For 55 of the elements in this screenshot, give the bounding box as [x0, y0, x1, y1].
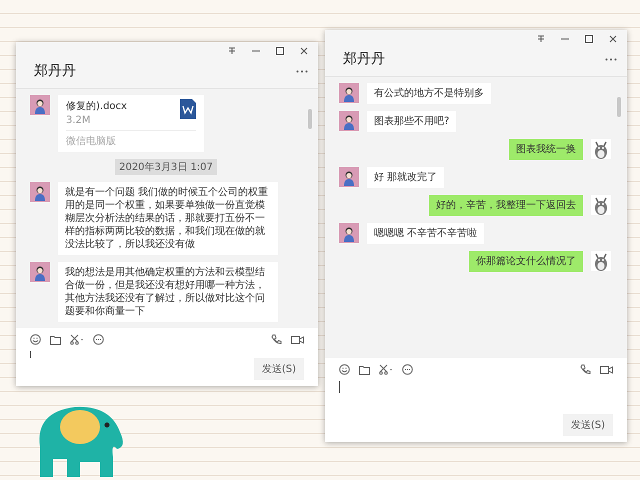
creature-avatar-icon[interactable]	[591, 195, 611, 215]
more-icon[interactable]	[296, 70, 308, 72]
message-bubble: 嗯嗯嗯 不辛苦不辛苦啦	[367, 223, 484, 244]
more-icon[interactable]	[605, 58, 617, 60]
scissors-icon[interactable]	[70, 334, 84, 345]
avatar-icon[interactable]	[339, 111, 359, 131]
close-icon[interactable]	[609, 35, 617, 43]
message-bubble: 好的，辛苦，我整理一下返回去	[429, 195, 583, 216]
creature-avatar-icon[interactable]	[591, 139, 611, 159]
message-bubble: 有公式的地方不是特别多	[367, 83, 491, 104]
avatar-icon[interactable]	[339, 167, 359, 187]
emoji-icon[interactable]	[339, 364, 350, 375]
folder-icon[interactable]	[50, 334, 61, 344]
phone-icon[interactable]	[271, 334, 282, 345]
message-bubble: 就是有一个问题 我们做的时候五个公司的权重用的是同一个权重，如果要单独做一份直觉模糊层次分析法的结果的话，那就要打五份不一样的指标两两比较的数据，和我们现在做的就没法比较了，所以我还没有做	[58, 182, 278, 255]
timestamp: 2020年3月3日 1:07	[115, 159, 217, 175]
avatar-icon[interactable]	[339, 83, 359, 103]
chat-title: 郑丹丹	[34, 62, 76, 80]
avatar-icon[interactable]	[339, 223, 359, 243]
file-name: 修复的).docx	[66, 100, 127, 113]
video-icon[interactable]	[600, 364, 613, 374]
pin-icon[interactable]	[537, 35, 545, 43]
send-button[interactable]: 发送(S)	[562, 414, 613, 436]
maximize-icon[interactable]	[585, 35, 593, 43]
text-cursor	[339, 381, 340, 393]
close-icon[interactable]	[300, 47, 308, 55]
file-size: 3.2M	[66, 115, 92, 126]
chat-bubble-icon[interactable]	[402, 364, 413, 375]
document-icon	[180, 99, 196, 119]
message-bubble: 我的想法是用其他确定权重的方法和云模型结合做一份，但是我还没有想好用哪一种方法，其他方法我还没有了解过，所以做对比这个问题要和你商量一下	[58, 262, 278, 322]
minimize-icon[interactable]	[252, 50, 260, 52]
phone-icon[interactable]	[580, 364, 591, 375]
avatar-icon[interactable]	[30, 182, 50, 202]
text-cursor	[30, 351, 31, 358]
emoji-icon[interactable]	[30, 334, 41, 345]
message-bubble: 图表我统一换	[509, 139, 583, 160]
folder-icon[interactable]	[359, 364, 370, 374]
minimize-icon[interactable]	[561, 38, 569, 40]
chat-bubble-icon[interactable]	[93, 334, 104, 345]
scissors-icon[interactable]	[379, 364, 393, 375]
video-icon[interactable]	[291, 334, 304, 344]
pin-icon[interactable]	[228, 47, 236, 55]
chat-title: 郑丹丹	[343, 50, 385, 68]
avatar-icon[interactable]	[30, 95, 50, 115]
send-button[interactable]: 发送(S)	[254, 358, 304, 380]
message-bubble: 图表那些不用吧?	[367, 111, 456, 132]
scrollbar[interactable]	[308, 109, 312, 129]
scrollbar[interactable]	[617, 97, 621, 117]
avatar-icon[interactable]	[30, 262, 50, 282]
creature-avatar-icon[interactable]	[591, 251, 611, 271]
maximize-icon[interactable]	[276, 47, 284, 55]
message-bubble: 好 那就改完了	[367, 167, 444, 188]
file-card[interactable]: 修复的).docx 3.2M 微信电脑版	[58, 95, 204, 152]
file-source: 微信电脑版	[66, 130, 196, 148]
message-bubble: 你那篇论文什么情况了	[469, 251, 583, 272]
